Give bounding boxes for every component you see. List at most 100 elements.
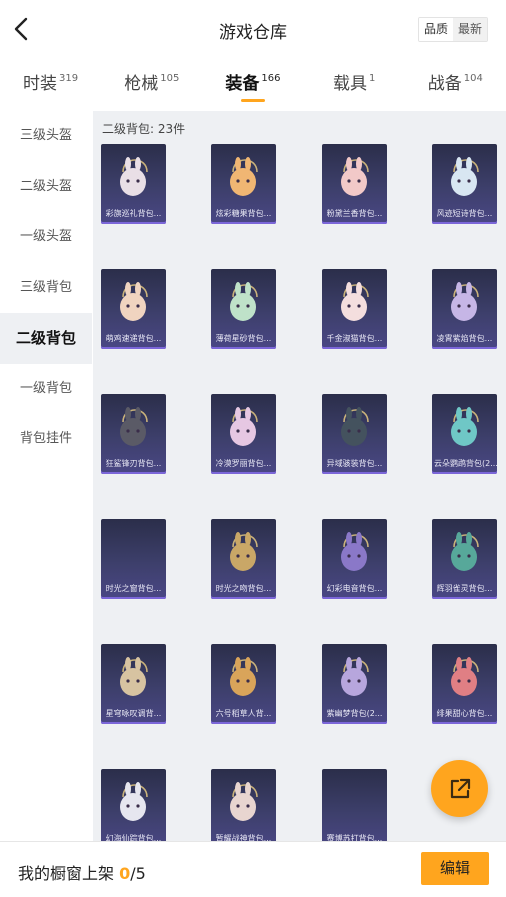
star-aria-backpack-icon (120, 657, 148, 696)
share-button[interactable] (431, 760, 488, 817)
share-icon (450, 778, 470, 798)
item-card[interactable]: 冷漠罗丽背包... (211, 394, 276, 474)
item-name: 彩旗巡礼背包... (105, 209, 162, 218)
showcase-text: 我的橱窗上架 (18, 864, 120, 883)
item-name: 紫幽梦背包(2... (326, 709, 383, 718)
shark-backpack-icon (120, 407, 148, 446)
music-backpack-icon (341, 532, 369, 571)
item-name: 星穹咏叹调背... (105, 709, 162, 718)
showcase-label: 我的橱窗上架 0/5 (18, 860, 146, 884)
tab-label: 时装 (23, 74, 58, 94)
sidebar-item-lv2-helmet[interactable]: 二级头盔 (0, 162, 92, 213)
item-name: 狂鲨锋刃背包... (105, 459, 162, 468)
tab-label: 装备 (225, 74, 260, 94)
tab-vehicles[interactable]: 载具 1 (304, 62, 405, 108)
item-card[interactable]: 彩旗巡礼背包... (101, 144, 166, 224)
tab-fashion[interactable]: 时装 319 (0, 62, 101, 108)
item-name: 六号稻草人背... (215, 709, 272, 718)
item-card[interactable]: 辉羽雀灵背包... (432, 519, 497, 599)
showcase-current-count: 0 (119, 864, 131, 883)
item-card[interactable]: 萌鸡速递背包... (101, 269, 166, 349)
item-card[interactable]: 紫幽梦背包(2... (322, 644, 387, 724)
lolita-backpack-icon (230, 407, 258, 446)
item-card[interactable]: 风迹短诗背包... (432, 144, 497, 224)
item-name: 风迹短诗背包... (436, 209, 493, 218)
header: 游戏仓库 品质 最新 (0, 0, 506, 60)
item-card[interactable]: 绯果甜心背包... (432, 644, 497, 724)
flower-backpack-icon (341, 157, 369, 196)
item-name: 粉黛兰香背包... (326, 209, 383, 218)
item-name: 冷漠罗丽背包... (215, 459, 272, 468)
sidebar-item-lv3-backpack[interactable]: 三级背包 (0, 263, 92, 314)
item-list-area[interactable]: 二级背包: 23件 彩旗巡礼背包... 炫彩糖果背包... 粉黛兰香背包... 风迹短… (93, 111, 506, 841)
item-name: 暂耀战神背包... (215, 834, 272, 841)
scarecrow-backpack-icon (230, 657, 258, 696)
warehouse-page: 游戏仓库 品质 最新 时装 319 枪械 105 装备 166 载具 1 战备 104 三… (0, 0, 506, 897)
sidebar-item-lv1-helmet[interactable]: 一级头盔 (0, 212, 92, 263)
cat-backpack-icon (341, 282, 369, 321)
poem-backpack-icon (451, 157, 479, 196)
sidebar: 三级头盔 二级头盔 一级头盔 三级背包 二级背包 一级背包 背包挂件 (0, 111, 92, 897)
item-card[interactable]: 时光之吻背包... (211, 519, 276, 599)
item-card[interactable]: 赛博苏打背包... (322, 769, 387, 841)
item-name: 千金淑猫背包... (326, 334, 383, 343)
tab-supplies[interactable]: 战备 104 (405, 62, 506, 108)
item-card[interactable]: 云朵鹦鹉背包(2... (432, 394, 497, 474)
item-card[interactable]: 炫彩糖果背包... (211, 144, 276, 224)
section-title: 二级背包: 23件 (102, 122, 186, 136)
sort-newest-button[interactable]: 最新 (452, 18, 487, 41)
sidebar-item-lv3-helmet[interactable]: 三级头盔 (0, 111, 92, 162)
item-card[interactable]: 异域骇装背包... (322, 394, 387, 474)
sea-backpack-icon (120, 782, 148, 821)
item-card[interactable]: 星穹咏叹调背... (101, 644, 166, 724)
item-card[interactable]: 千金淑猫背包... (322, 269, 387, 349)
item-name: 绯果甜心背包... (436, 709, 493, 718)
tab-count: 104 (463, 73, 483, 84)
item-name: 幻彩电音背包... (326, 584, 383, 593)
item-card[interactable]: 幻彩电音背包... (322, 519, 387, 599)
item-card[interactable]: 幻海仙踪背包... (101, 769, 166, 841)
tab-count: 166 (261, 73, 281, 84)
item-card[interactable]: 时光之窗背包... (101, 519, 166, 599)
tab-count: 1 (368, 73, 376, 84)
war-god-backpack-icon (230, 782, 258, 821)
mint-backpack-icon (230, 282, 258, 321)
item-card[interactable]: 狂鲨锋刃背包... (101, 394, 166, 474)
item-name: 幻海仙踪背包... (105, 834, 162, 841)
item-name: 时光之吻背包... (215, 584, 272, 593)
item-name: 薄荷星砂背包... (215, 334, 272, 343)
tab-count: 319 (59, 73, 79, 84)
item-name: 异域骇装背包... (326, 459, 383, 468)
purple-flame-backpack-icon (451, 282, 479, 321)
item-name: 云朵鹦鹉背包(2... (434, 459, 497, 468)
tab-count: 105 (160, 73, 180, 84)
parrot-backpack-icon (451, 407, 479, 446)
item-name: 赛博苏打背包... (326, 834, 383, 841)
item-card[interactable]: 粉黛兰香背包... (322, 144, 387, 224)
tab-equipment[interactable]: 装备 166 (202, 62, 303, 108)
edit-button[interactable]: 编辑 (421, 852, 489, 885)
item-card[interactable]: 凌霄紫焰背包... (432, 269, 497, 349)
item-name: 炫彩糖果背包... (215, 209, 272, 218)
item-name: 凌霄紫焰背包... (436, 334, 493, 343)
sidebar-item-lv1-backpack[interactable]: 一级背包 (0, 364, 92, 415)
tab-label: 战备 (427, 74, 462, 94)
item-name: 时光之窗背包... (105, 584, 162, 593)
bunny-backpack-icon (120, 157, 148, 196)
tab-label: 载具 (332, 74, 367, 94)
showcase-max-count: 5 (135, 864, 146, 883)
sidebar-item-backpack-charm[interactable]: 背包挂件 (0, 414, 92, 465)
tab-firearms[interactable]: 枪械 105 (101, 62, 202, 108)
feather-backpack-icon (451, 532, 479, 571)
cyber-backpack-icon (341, 407, 369, 446)
berry-backpack-icon (451, 657, 479, 696)
sidebar-item-lv2-backpack[interactable]: 二级背包 (0, 313, 92, 364)
sort-quality-button[interactable]: 品质 (418, 18, 453, 41)
item-card[interactable]: 六号稻草人背... (211, 644, 276, 724)
tab-underline (240, 99, 265, 102)
dream-backpack-icon (341, 657, 369, 696)
showcase-bar: 我的橱窗上架 0/5 编辑 (0, 841, 506, 897)
item-card[interactable]: 薄荷星砂背包... (211, 269, 276, 349)
item-card[interactable]: 暂耀战神背包... (211, 769, 276, 841)
item-name: 辉羽雀灵背包... (436, 584, 493, 593)
